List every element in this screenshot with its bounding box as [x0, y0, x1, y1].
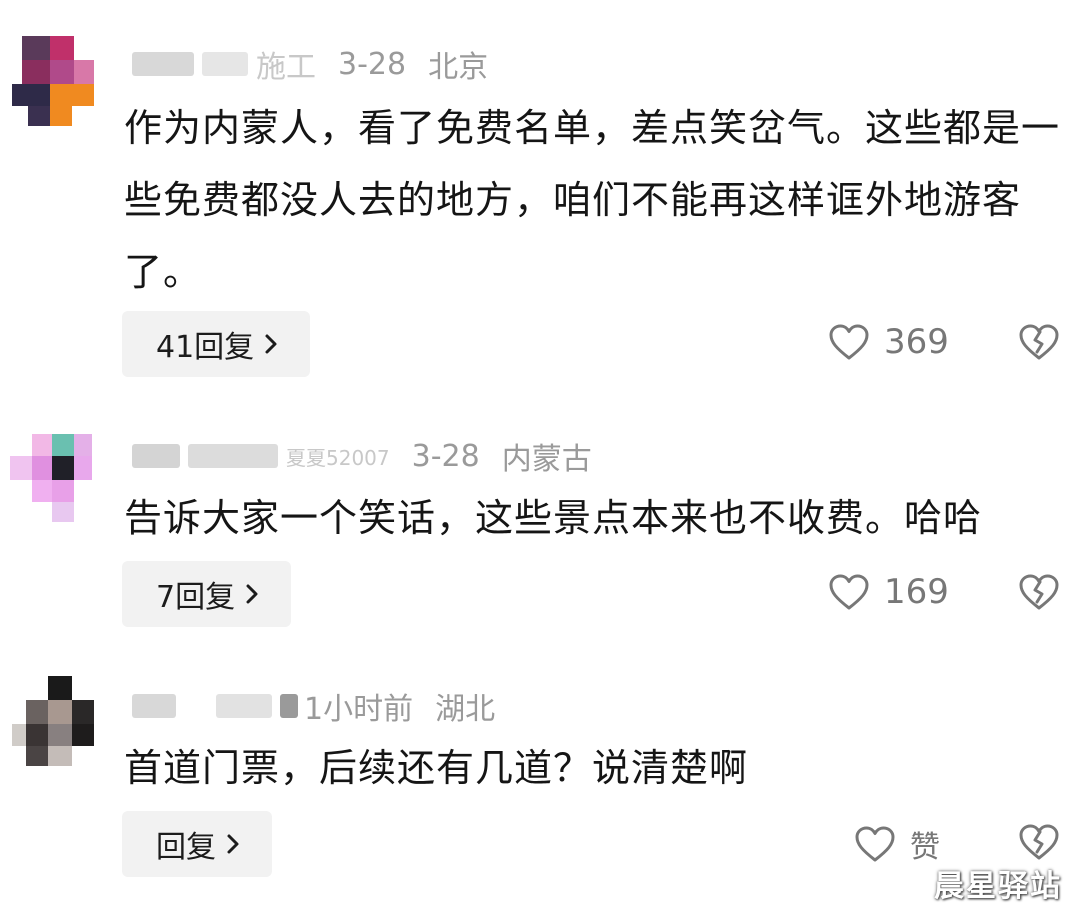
comment-meta: 施工 3-28 北京 [132, 42, 489, 86]
username-redacted[interactable] [188, 444, 278, 468]
comment-text: 首道门票，后续还有几道？说清楚啊 [124, 746, 749, 790]
like-button[interactable]: 赞 [854, 822, 940, 866]
dislike-button[interactable] [1018, 322, 1060, 366]
username-redacted[interactable] [216, 694, 272, 718]
avatar[interactable] [8, 434, 92, 526]
reply-label: 回复 [156, 830, 216, 865]
like-button[interactable]: 169 [828, 572, 949, 612]
view-replies-button[interactable]: 7回复 [122, 561, 292, 627]
heart-outline-icon [854, 825, 910, 863]
chevron-right-icon [226, 833, 240, 855]
chevron-right-icon [264, 333, 278, 355]
comment-time: 1小时前 [304, 692, 414, 727]
reply-button[interactable]: 回复 [122, 811, 272, 877]
comment-time: 3-28 [411, 438, 480, 474]
like-label: 赞 [910, 830, 940, 865]
username-redacted[interactable] [280, 694, 298, 718]
dislike-button[interactable] [1018, 572, 1060, 616]
heart-outline-icon [828, 323, 884, 361]
comment-text: 告诉大家一个笑话，这些景点本来也不收费。哈哈 [124, 496, 983, 540]
like-count: 169 [884, 572, 949, 612]
chevron-right-icon [245, 583, 259, 605]
avatar[interactable] [8, 676, 94, 768]
heart-outline-icon [828, 573, 884, 611]
username[interactable]: 施工 [256, 42, 316, 86]
like-count: 369 [884, 322, 949, 362]
username-redacted[interactable] [132, 694, 176, 718]
reply-count-label: 7回复 [156, 580, 236, 615]
comment-time: 3-28 [338, 46, 407, 82]
comment-location: 内蒙古 [501, 442, 592, 477]
username-redacted[interactable] [132, 52, 194, 76]
username-redacted[interactable] [202, 52, 248, 76]
username-redacted[interactable] [132, 444, 180, 468]
view-replies-button[interactable]: 41回复 [122, 311, 311, 377]
reply-count-label: 41回复 [156, 330, 255, 365]
broken-heart-icon [1018, 822, 1060, 862]
username[interactable]: 夏夏52007 [286, 442, 390, 471]
comment-text: 作为内蒙人，看了免费名单，差点笑岔气。这些都是一些免费都没人去的地方，咱们不能再… [124, 106, 1061, 294]
comment-meta: 1小时前 湖北 [132, 686, 496, 727]
broken-heart-icon [1018, 572, 1060, 612]
dislike-button[interactable] [1018, 822, 1060, 866]
comment-location: 北京 [428, 50, 489, 85]
watermark: 晨星驿站 [934, 869, 1062, 904]
broken-heart-icon [1018, 322, 1060, 362]
like-button[interactable]: 369 [828, 322, 949, 362]
comment-meta: 夏夏52007 3-28 内蒙古 [132, 436, 592, 477]
comment-location: 湖北 [435, 692, 496, 727]
avatar[interactable] [8, 36, 94, 128]
